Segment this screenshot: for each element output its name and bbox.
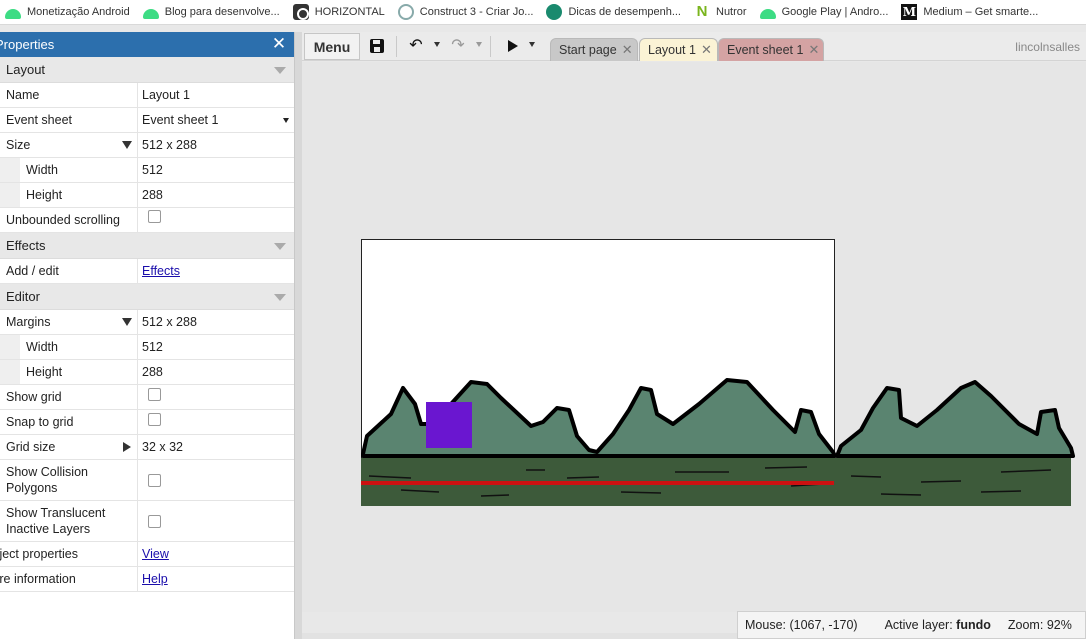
prop-add-edit: Add / edit Effects <box>0 259 294 284</box>
close-icon[interactable]: ✕ <box>270 35 288 53</box>
redo-icon[interactable]: ↷ <box>448 36 468 56</box>
prop-size: Size 512 x 288 <box>0 133 294 158</box>
expand-triangle-icon[interactable] <box>122 141 132 149</box>
view-link[interactable]: View <box>142 547 169 561</box>
toolbar-divider <box>396 36 397 57</box>
collapse-arrow-icon[interactable] <box>274 67 286 74</box>
save-icon[interactable] <box>367 36 387 56</box>
close-icon[interactable]: ✕ <box>701 42 712 58</box>
close-icon[interactable]: ✕ <box>808 42 819 58</box>
speed-icon <box>546 4 563 20</box>
properties-panel-title: Properties ✕ <box>0 32 294 57</box>
margins-field[interactable]: 512 x 288 <box>138 310 294 334</box>
horizontal-icon <box>292 4 309 20</box>
prop-margins: Margins 512 x 288 <box>0 310 294 335</box>
tab-layout-1[interactable]: Layout 1 ✕ <box>639 38 718 61</box>
margins-width-field[interactable]: 512 <box>138 335 294 359</box>
show-translucent-layers-checkbox[interactable] <box>148 514 161 528</box>
undo-icon[interactable]: ↶ <box>406 36 426 56</box>
android-icon <box>759 9 776 19</box>
status-bar: Mouse: (1067, -170) Active layer: fundo … <box>737 611 1086 639</box>
effects-link[interactable]: Effects <box>142 264 180 278</box>
prop-width: Width 512 <box>0 158 294 183</box>
background-hills[interactable] <box>835 380 1075 458</box>
properties-panel: Properties ✕ Layout Name Layout 1 Event … <box>0 32 295 639</box>
help-link[interactable]: Help <box>142 572 168 586</box>
margins-height-field[interactable]: 288 <box>138 360 294 384</box>
active-layer: fundo <box>956 618 991 632</box>
grid-size-field[interactable]: 32 x 32 <box>138 435 294 459</box>
prop-unbounded-scrolling: Unbounded scrolling <box>0 208 294 233</box>
android-icon <box>142 9 159 19</box>
play-icon[interactable] <box>502 36 522 56</box>
bookmark-medium[interactable]: M Medium – Get smarte... <box>896 0 1046 24</box>
tab-event-sheet-1[interactable]: Event sheet 1 ✕ <box>718 38 824 61</box>
expand-triangle-icon[interactable] <box>123 442 131 452</box>
construct-icon <box>397 4 414 20</box>
prop-show-grid: Show grid <box>0 385 294 410</box>
red-line-object[interactable] <box>361 481 834 485</box>
show-collision-polygons-checkbox[interactable] <box>148 473 161 487</box>
collapse-arrow-icon[interactable] <box>274 294 286 301</box>
toolbar: Menu ↶ ↷ Start page ✕ Layout 1 ✕ Event she… <box>302 32 1086 61</box>
play-dropdown-icon[interactable] <box>529 42 535 47</box>
prop-height: Height 288 <box>0 183 294 208</box>
player-sprite[interactable] <box>426 402 472 448</box>
bookmark-construct[interactable]: Construct 3 - Criar Jo... <box>393 0 542 24</box>
dropdown-arrow-icon <box>283 118 289 123</box>
prop-more-information: More information Help <box>0 567 294 592</box>
bookmark-monetizacao[interactable]: Monetização Android <box>0 0 138 24</box>
prop-margins-width: Width 512 <box>0 335 294 360</box>
prop-event-sheet: Event sheet Event sheet 1 <box>0 108 294 133</box>
panel-splitter[interactable] <box>295 32 302 639</box>
nutror-icon: N <box>696 3 708 20</box>
prop-margins-height: Height 288 <box>0 360 294 385</box>
bookmark-blog[interactable]: Blog para desenvolve... <box>138 0 288 24</box>
prop-grid-size: Grid size 32 x 32 <box>0 435 294 460</box>
bookmarks-bar: Monetização Android Blog para desenvolve… <box>0 0 1086 25</box>
event-sheet-select[interactable]: Event sheet 1 <box>138 108 294 132</box>
snap-to-grid-checkbox[interactable] <box>148 412 161 426</box>
bookmark-horizontal[interactable]: HORIZONTAL <box>288 0 393 24</box>
layout-canvas[interactable] <box>302 62 1086 612</box>
bookmark-google-play[interactable]: Google Play | Andro... <box>755 0 897 24</box>
toolbar-divider <box>490 36 491 57</box>
android-icon <box>5 9 21 19</box>
section-editor[interactable]: Editor <box>0 284 294 310</box>
prop-show-translucent-layers: Show Translucent Inactive Layers <box>0 501 294 542</box>
section-layout[interactable]: Layout <box>0 57 294 83</box>
size-field[interactable]: 512 x 288 <box>138 133 294 157</box>
show-grid-checkbox[interactable] <box>148 387 161 401</box>
width-field[interactable]: 512 <box>138 158 294 182</box>
medium-icon: M <box>901 4 918 20</box>
close-icon[interactable]: ✕ <box>622 42 633 58</box>
scene-objects <box>361 378 1075 506</box>
section-effects[interactable]: Effects <box>0 233 294 259</box>
collapse-arrow-icon[interactable] <box>274 243 286 250</box>
prop-snap-to-grid: Snap to grid <box>0 410 294 435</box>
menu-button[interactable]: Menu <box>304 33 360 60</box>
user-name[interactable]: lincolnsalles <box>1015 40 1080 54</box>
expand-triangle-icon[interactable] <box>122 318 132 326</box>
prop-project-properties: Project properties View <box>0 542 294 567</box>
mouse-coordinates: (1067, -170) <box>789 618 858 632</box>
unbounded-scrolling-checkbox[interactable] <box>148 209 161 223</box>
tab-start-page[interactable]: Start page ✕ <box>550 38 638 61</box>
bookmark-dicas[interactable]: Dicas de desempenh... <box>541 0 689 24</box>
height-field[interactable]: 288 <box>138 183 294 207</box>
name-field[interactable]: Layout 1 <box>138 83 294 107</box>
prop-show-collision-polygons: Show Collision Polygons <box>0 460 294 501</box>
prop-name: Name Layout 1 <box>0 83 294 108</box>
undo-dropdown-icon[interactable] <box>434 42 440 47</box>
ground-tile[interactable] <box>835 458 1071 506</box>
horizontal-scrollbar[interactable] <box>302 633 737 639</box>
redo-dropdown-icon[interactable] <box>476 42 482 47</box>
bookmark-nutror[interactable]: N Nutror <box>689 0 755 24</box>
zoom-level: 92% <box>1046 618 1072 632</box>
